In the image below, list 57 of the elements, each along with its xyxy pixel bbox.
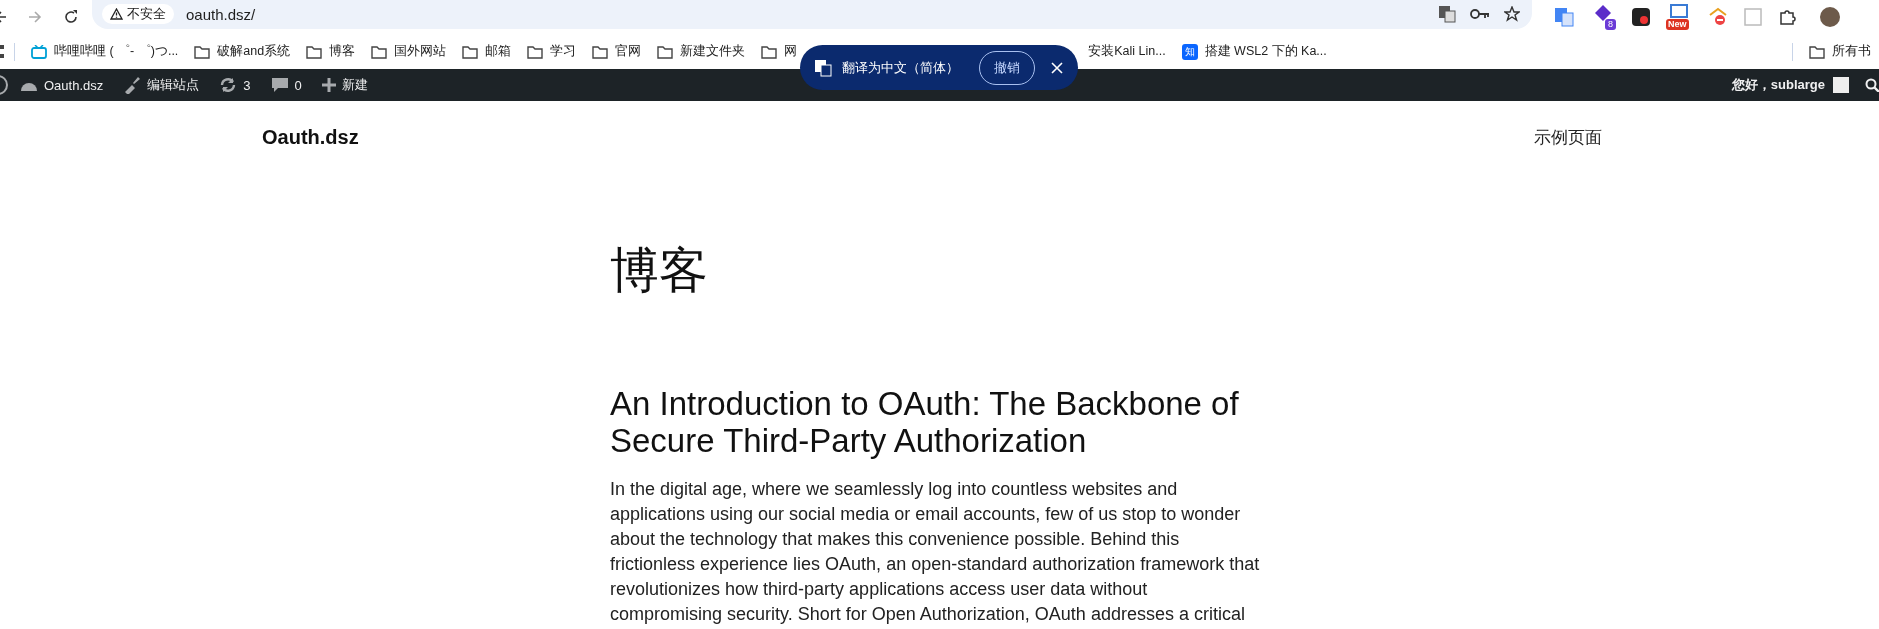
post-title[interactable]: An Introduction to OAuth: The Backbone of Secure Third-Party Authorization <box>610 385 1250 459</box>
bookmark[interactable]: 博客 <box>298 39 364 64</box>
greeting[interactable]: 您好，sublarge <box>1731 76 1825 94</box>
folder-icon <box>194 44 211 59</box>
translate-icon[interactable] <box>1554 7 1574 27</box>
folder-icon <box>1809 44 1825 59</box>
warning-icon <box>110 8 123 20</box>
extension-icon[interactable] <box>1632 8 1650 26</box>
bookmark[interactable]: 新建文件夹 <box>649 39 754 64</box>
wordpress-icon[interactable] <box>0 75 8 95</box>
search-icon[interactable] <box>1865 78 1879 92</box>
folder-icon <box>462 44 479 59</box>
bookmark[interactable]: 学习 <box>519 39 585 64</box>
admin-bar-item[interactable]: 3 <box>209 76 261 94</box>
translate-icon[interactable] <box>1438 5 1456 23</box>
plus-icon <box>321 78 336 92</box>
folder-icon <box>306 44 323 59</box>
folder-icon <box>657 44 674 59</box>
folder-icon <box>761 44 778 59</box>
comment-icon <box>270 76 289 94</box>
bookmark[interactable]: 官网 <box>584 39 650 64</box>
key-icon[interactable] <box>1470 8 1490 20</box>
folder-icon <box>371 44 388 59</box>
bookmark[interactable]: 安装Kali Lin... <box>1080 39 1174 64</box>
admin-bar-item[interactable]: 0 <box>260 76 312 94</box>
reload-icon[interactable] <box>64 10 78 24</box>
extension-icon[interactable] <box>1708 7 1728 27</box>
refresh-icon <box>219 76 238 94</box>
profile-avatar[interactable] <box>1820 7 1840 27</box>
brush-icon <box>123 76 142 94</box>
address-bar[interactable]: 不安全 oauth.dsz/ <box>92 0 1532 29</box>
admin-bar-item[interactable]: 编辑站点 <box>113 76 210 94</box>
apps-icon[interactable] <box>0 44 6 59</box>
url-text: oauth.dsz/ <box>186 5 256 23</box>
tv-icon <box>31 44 47 59</box>
security-chip[interactable]: 不安全 <box>102 4 174 24</box>
post-excerpt: In the digital age, where we seamlessly log into countless websites and applications using our social media or email accounts, few of us stop to wonder about the technology that makes this convenience possible. Behind this frictionless experience lies OAuth, an open-standard authorization framework that revolutionizes how third-party applications access user data without compromising security. Short for Open Authorization, OAuth addresses a critical <box>610 478 1261 626</box>
bookmark[interactable]: 破解and系统 <box>186 39 299 64</box>
puzzle-icon[interactable] <box>1778 8 1796 26</box>
page-title: 博客 <box>610 242 709 299</box>
folder-icon <box>527 44 544 59</box>
all-bookmarks[interactable]: 所有书 <box>1801 39 1879 64</box>
nav-link[interactable]: 示例页面 <box>1534 125 1602 149</box>
bookmark[interactable]: 网 <box>753 39 806 64</box>
site-title[interactable]: Oauth.dsz <box>262 125 359 149</box>
bookmark[interactable]: 国外网站 <box>363 39 455 64</box>
bookmark[interactable]: 知 搭建 WSL2 下的 Ka... <box>1173 39 1335 64</box>
site-icon: 知 <box>1181 43 1198 60</box>
admin-bar-item[interactable]: Oauth.dsz <box>8 77 114 93</box>
folder-icon <box>592 44 609 59</box>
admin-bar-item[interactable]: 新建 <box>311 76 378 94</box>
translate-message: 翻译为中文（简体） <box>842 58 959 77</box>
translate-icon <box>814 58 832 77</box>
bookmark[interactable]: 邮箱 <box>454 39 520 64</box>
star-icon[interactable] <box>1504 6 1520 22</box>
close-icon[interactable] <box>1051 61 1063 74</box>
bookmark[interactable]: 哔哩哔哩 ( ゜- ゜)つ... <box>23 39 187 64</box>
